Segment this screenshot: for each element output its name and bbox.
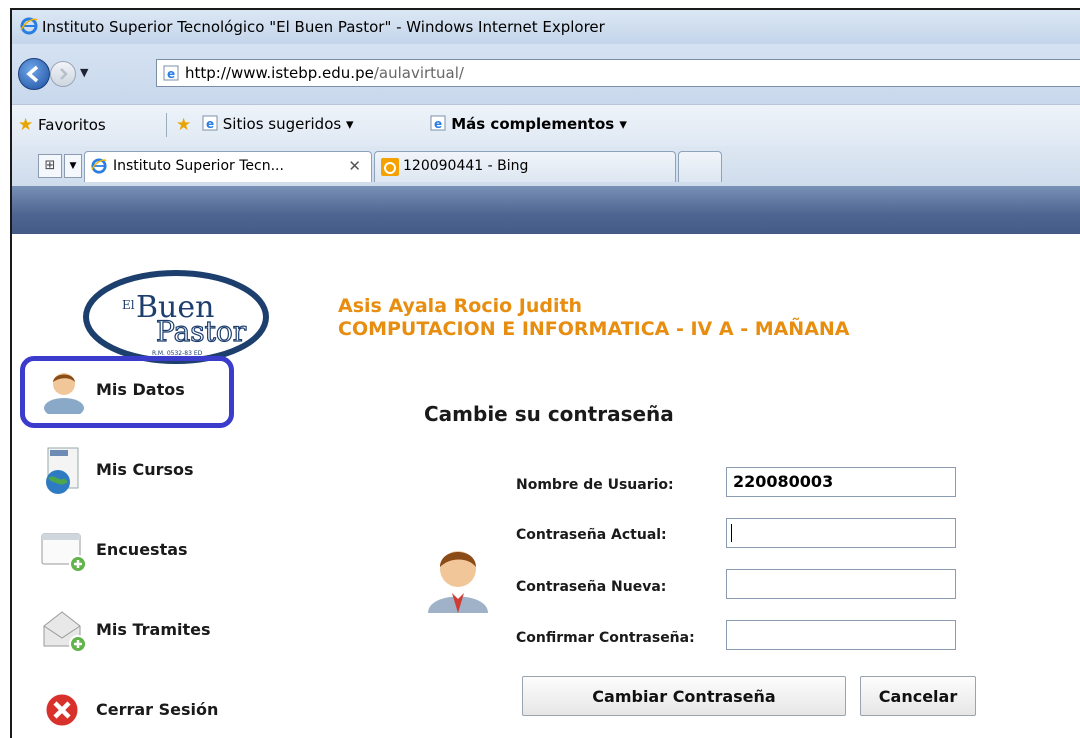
add-favorite-button[interactable]: ★ — [176, 115, 191, 135]
menu-encuestas[interactable]: Encuestas — [40, 526, 230, 578]
star-icon: ★ — [18, 115, 34, 135]
arrow-left-icon — [26, 65, 39, 83]
separator — [166, 113, 167, 137]
url-text[interactable]: http://www.istebp.edu.pe/aulavirtual/ — [185, 64, 464, 82]
user-avatar-icon — [422, 539, 494, 617]
confirm-password-label: Confirmar Contraseña: — [516, 630, 695, 646]
chevron-down-icon: ▼ — [69, 161, 77, 171]
svg-text:Pastor: Pastor — [156, 315, 247, 348]
favorites-label: Favoritos — [38, 116, 106, 134]
menu-label: Mis Tramites — [96, 620, 211, 639]
close-tab-icon[interactable]: ✕ — [348, 157, 361, 175]
globe-document-icon — [40, 446, 88, 502]
add-favorite-icon: ★ — [176, 115, 192, 135]
ie-logo-icon — [20, 17, 38, 39]
school-logo: El Buen Pastor R.M. 0532-83 ED — [82, 269, 270, 365]
menu-label: Mis Cursos — [96, 460, 194, 479]
window-title: Instituto Superior Tecnológico "El Buen … — [42, 18, 605, 36]
tab-label: 120090441 - Bing — [403, 158, 529, 174]
favorites-button[interactable]: ★ Favoritos — [18, 115, 106, 135]
tab-list-dropdown[interactable]: ▼ — [64, 154, 82, 178]
svg-text:e: e — [206, 117, 214, 131]
menu-label: Cerrar Sesión — [96, 700, 219, 719]
more-addons-label: Más complementos ▾ — [451, 115, 627, 133]
svg-text:e: e — [167, 67, 175, 81]
favorites-bar: ★ Favoritos ★ e Sitios sugeridos ▾ e Más… — [12, 104, 1080, 147]
ie-page-icon: e — [430, 115, 446, 131]
new-password-field[interactable] — [726, 569, 956, 599]
page-content: El Buen Pastor R.M. 0532-83 ED Asis Ayal… — [12, 234, 1080, 738]
window-add-icon — [40, 526, 90, 578]
more-addons-button[interactable]: e Más complementos ▾ — [430, 115, 627, 133]
suggested-sites-label: Sitios sugeridos ▾ — [222, 115, 354, 133]
menu-label: Mis Datos — [96, 380, 185, 399]
address-toolbar: ▼ e http://www.istebp.edu.pe/aulavirtual… — [12, 44, 1080, 104]
grid-icon: ⊞ — [44, 158, 56, 173]
tab-bing[interactable]: 120090441 - Bing — [374, 151, 676, 182]
change-password-button[interactable]: Cambiar Contraseña — [522, 676, 846, 716]
user-icon — [40, 366, 88, 418]
arrow-right-icon — [60, 68, 68, 80]
menu-cerrar-sesion[interactable]: Cerrar Sesión — [40, 686, 230, 738]
url-path: /aulavirtual/ — [373, 64, 464, 82]
close-circle-icon — [40, 686, 88, 738]
menu-mis-tramites[interactable]: Mis Tramites — [40, 606, 230, 658]
page-icon: e — [163, 65, 179, 85]
svg-text:e: e — [434, 117, 442, 131]
envelope-add-icon — [40, 606, 90, 658]
menu-mis-cursos[interactable]: Mis Cursos — [40, 446, 230, 498]
title-bar: Instituto Superior Tecnológico "El Buen … — [12, 10, 1080, 44]
address-bar[interactable]: e http://www.istebp.edu.pe/aulavirtual/ — [156, 59, 1080, 87]
back-button[interactable] — [18, 58, 50, 90]
form-title: Cambie su contraseña — [424, 402, 674, 426]
ie-page-icon: e — [202, 115, 218, 131]
quick-tabs-button[interactable]: ⊞ — [38, 154, 62, 178]
tab-label: Instituto Superior Tecn... — [113, 158, 284, 174]
text-caret — [731, 524, 732, 542]
forward-button[interactable] — [50, 61, 76, 87]
student-course: COMPUTACION E INFORMATICA - IV A - MAÑAN… — [338, 318, 850, 340]
menu-mis-datos[interactable]: Mis Datos — [40, 366, 230, 418]
cancel-button[interactable]: Cancelar — [860, 676, 976, 716]
tab-strip: ⊞ ▼ Instituto Superior Tecn... ✕ 1200904… — [12, 146, 1080, 187]
browser-window: Instituto Superior Tecnológico "El Buen … — [10, 8, 1080, 738]
recent-pages-dropdown-icon[interactable]: ▼ — [80, 66, 88, 79]
site-header-banner — [12, 186, 1080, 234]
username-field[interactable]: 220080003 — [726, 467, 956, 497]
current-password-label: Contraseña Actual: — [516, 527, 667, 543]
svg-text:El: El — [122, 298, 135, 312]
url-domain: http://www.istebp.edu.pe — [185, 64, 374, 82]
new-tab-button[interactable] — [678, 151, 722, 182]
bing-icon — [381, 158, 399, 180]
ie-logo-icon — [91, 158, 107, 178]
menu-label: Encuestas — [96, 540, 188, 559]
tab-istebp[interactable]: Instituto Superior Tecn... ✕ — [84, 151, 372, 182]
username-label: Nombre de Usuario: — [516, 477, 674, 493]
suggested-sites-button[interactable]: e Sitios sugeridos ▾ — [202, 115, 354, 133]
confirm-password-field[interactable] — [726, 620, 956, 650]
current-password-field[interactable] — [726, 518, 956, 548]
student-name: Asis Ayala Rocio Judith — [338, 295, 583, 317]
new-password-label: Contraseña Nueva: — [516, 579, 667, 595]
